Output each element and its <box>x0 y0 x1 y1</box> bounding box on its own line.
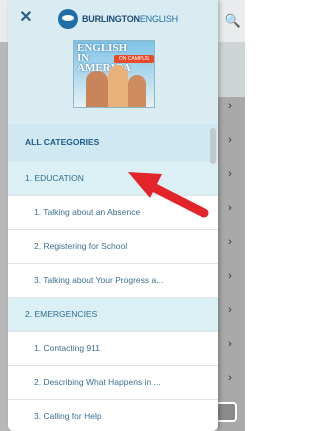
course-cover-ribbon: ON CAMPUS <box>114 55 154 63</box>
lesson-item[interactable]: 3. Talking about Your Progress a... <box>8 264 218 298</box>
chevron-right-icon[interactable]: › <box>220 334 240 354</box>
lesson-item[interactable]: 2. Describing What Happens in ... <box>8 366 218 400</box>
close-button[interactable]: ✕ <box>18 10 34 26</box>
lesson-item[interactable]: 3. Calling for Help <box>8 400 218 431</box>
chat-icon[interactable] <box>215 402 237 422</box>
drawer-header: ✕ BURLINGTONENGLISH ENGLISH IN AMERICA O… <box>8 0 218 124</box>
category-item[interactable]: 1. EDUCATION <box>8 162 218 196</box>
brand-logo: BURLINGTONENGLISH <box>58 8 178 30</box>
cover-person-figure <box>108 65 128 107</box>
chevron-right-icon[interactable]: › <box>220 164 240 184</box>
lesson-item[interactable]: 2. Registering for School <box>8 230 218 264</box>
chevron-right-icon[interactable]: › <box>220 266 240 286</box>
brand-name: BURLINGTON <box>82 14 140 24</box>
chevron-right-icon[interactable]: › <box>220 300 240 320</box>
search-icon[interactable]: 🔍 <box>224 12 242 30</box>
chevron-right-icon[interactable]: › <box>220 368 240 388</box>
brand-mark-icon <box>58 9 78 29</box>
lesson-item[interactable]: 1. Contacting 911 <box>8 332 218 366</box>
all-categories-item[interactable]: ALL CATEGORIES <box>8 124 218 162</box>
brand-text: BURLINGTONENGLISH <box>82 14 178 24</box>
chevron-right-icon[interactable]: › <box>220 198 240 218</box>
category-list: ALL CATEGORIES 1. EDUCATION 1. Talking a… <box>8 124 218 431</box>
categories-drawer: ✕ BURLINGTONENGLISH ENGLISH IN AMERICA O… <box>8 0 218 431</box>
cover-person-figure <box>86 71 108 107</box>
chevron-right-icon[interactable]: › <box>220 232 240 252</box>
background-header-strip <box>218 42 245 97</box>
cover-person-figure <box>128 75 146 107</box>
chevron-right-icon[interactable]: › <box>220 130 240 150</box>
drawer-scrollbar[interactable] <box>210 128 216 164</box>
course-cover-image[interactable]: ENGLISH IN AMERICA ON CAMPUS <box>73 40 155 108</box>
category-item[interactable]: 2. EMERGENCIES <box>8 298 218 332</box>
chevron-right-icon[interactable]: › <box>220 96 240 116</box>
lesson-item[interactable]: 1. Talking about an Absence <box>8 196 218 230</box>
brand-suffix: ENGLISH <box>139 14 178 24</box>
